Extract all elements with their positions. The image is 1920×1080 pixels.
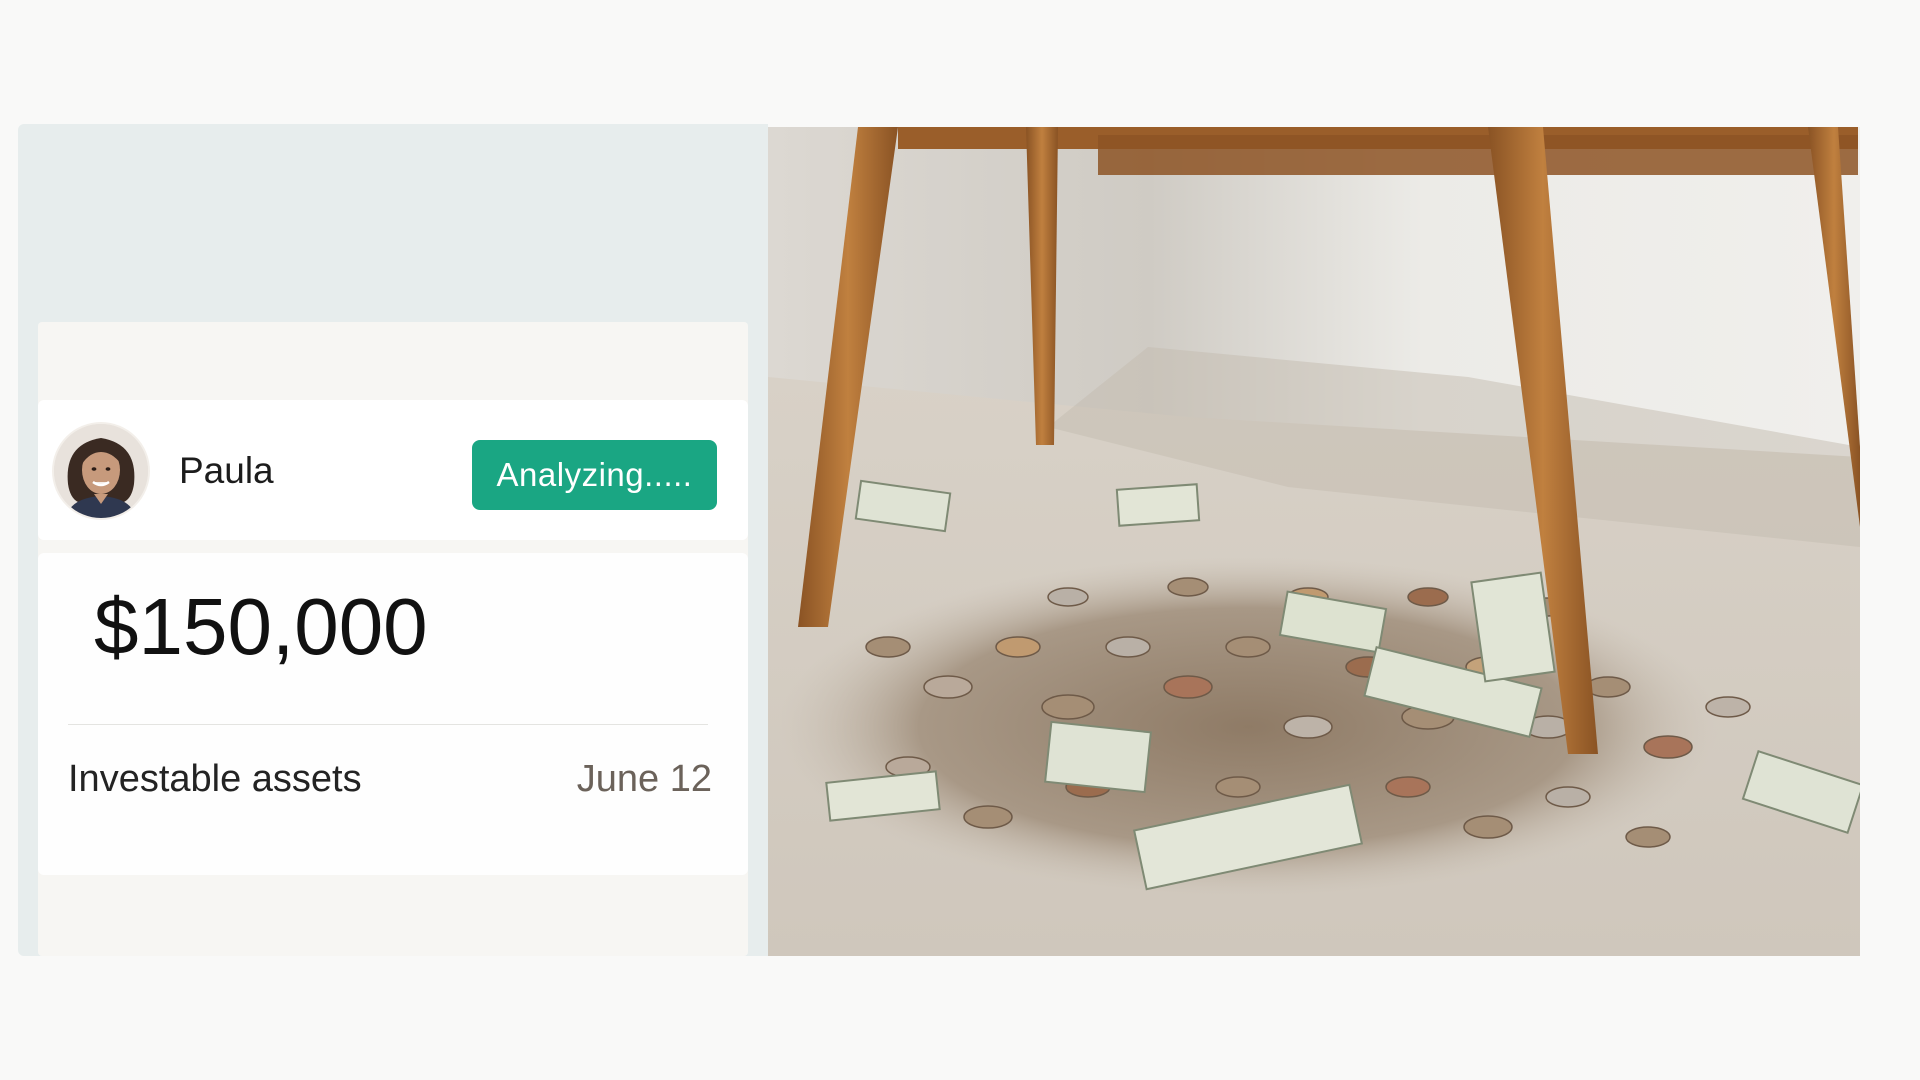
analyzing-status-button[interactable]: Analyzing..... (472, 440, 717, 510)
divider (68, 724, 708, 725)
money-photo (768, 127, 1860, 956)
left-panel: Paula Analyzing..... $150,000 Investable… (18, 124, 768, 956)
profile-row: Paula Analyzing..... (38, 400, 748, 540)
coins-under-table-image (768, 127, 1860, 956)
avatar-portrait-icon (54, 424, 148, 518)
asset-label: Investable assets (68, 758, 362, 800)
avatar (54, 424, 148, 518)
user-name: Paula (179, 450, 274, 491)
assets-card: $150,000 Investable assets June 12 (38, 553, 748, 875)
stage: Paula Analyzing..... $150,000 Investable… (0, 0, 1920, 1080)
asset-amount: $150,000 (94, 582, 428, 671)
asset-date: June 12 (576, 758, 712, 800)
client-card: Paula Analyzing..... $150,000 Investable… (38, 322, 748, 956)
